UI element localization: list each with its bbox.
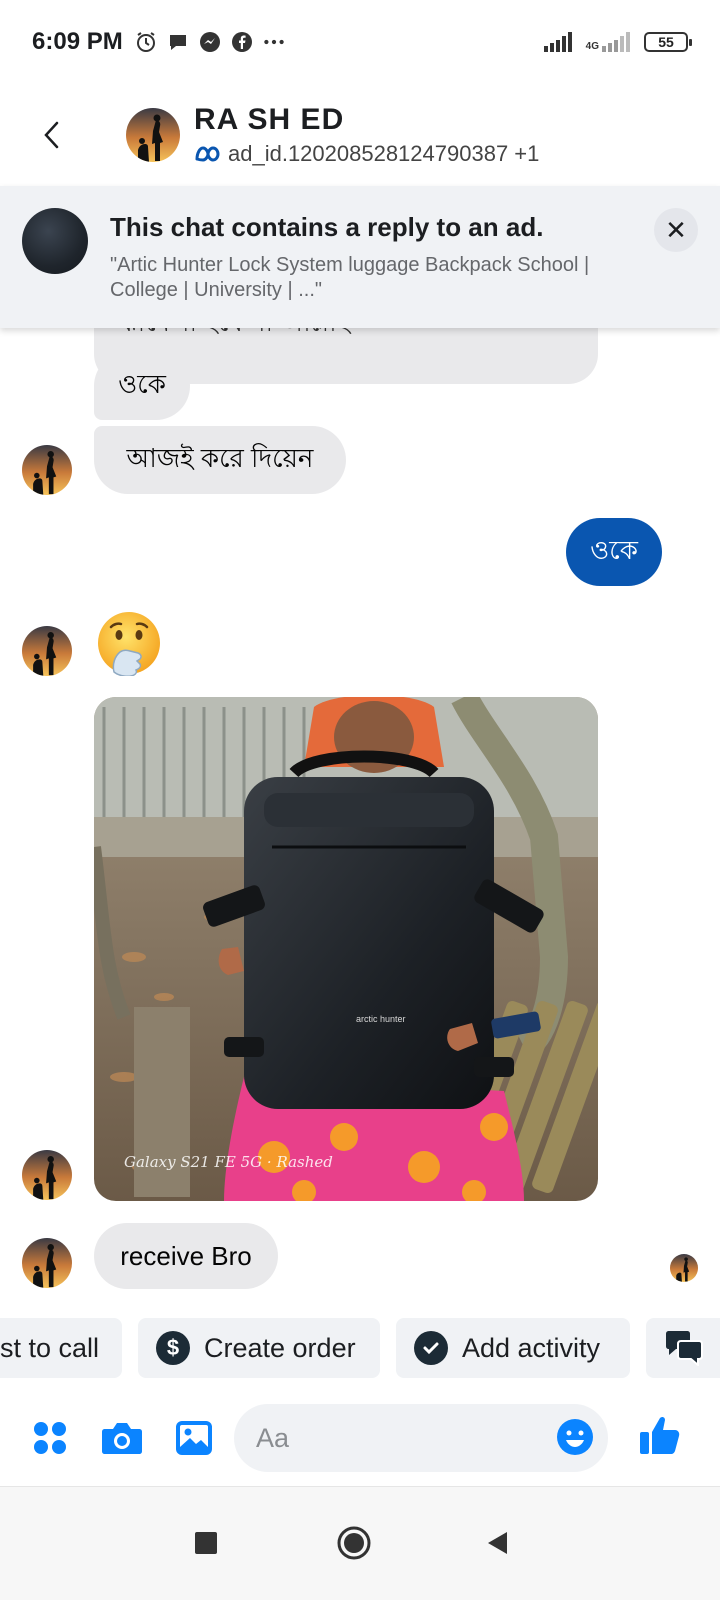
battery-level: 55 — [658, 34, 674, 50]
quick-action-label: Create order — [204, 1332, 356, 1363]
camera-icon — [102, 1423, 142, 1454]
ad-id-line: ad_id.120208528124790387 +1 — [194, 141, 539, 167]
triangle-back-icon — [488, 1532, 507, 1554]
sender-avatar[interactable] — [22, 1238, 72, 1288]
message-text: আজই করে দিয়েন — [126, 443, 314, 473]
home-button[interactable] — [334, 1523, 374, 1563]
close-banner-button[interactable]: ✕ — [654, 208, 698, 252]
home-circle-icon — [337, 1526, 371, 1560]
photo-message[interactable]: arctic hunter Galaxy S21 FE 5G · Rashed — [94, 697, 598, 1201]
outgoing-message-bubble[interactable]: ওকে — [566, 518, 662, 586]
message-bubble[interactable]: আজই করে দিয়েন — [94, 426, 346, 494]
message-input[interactable]: Aa — [234, 1404, 608, 1472]
more-dots-icon — [263, 31, 285, 53]
alarm-icon — [135, 31, 157, 53]
system-navigation-bar — [0, 1486, 720, 1600]
message-bubble[interactable]: receive Bro — [94, 1223, 278, 1289]
check-icon — [414, 1331, 448, 1365]
messenger-icon — [199, 31, 221, 53]
recents-button[interactable] — [186, 1523, 226, 1563]
quick-action-call[interactable]: st to call — [0, 1318, 122, 1378]
back-button[interactable] — [22, 105, 82, 165]
gallery-button[interactable] — [172, 1416, 216, 1460]
status-notification-icons — [135, 31, 285, 53]
avatar[interactable] — [126, 108, 180, 162]
ad-banner-text: This chat contains a reply to an ad. "Ar… — [110, 212, 590, 328]
sender-avatar[interactable] — [22, 626, 72, 676]
battery-icon: 55 — [644, 32, 692, 52]
quick-action-create-order[interactable]: $ Create order — [138, 1318, 380, 1378]
backpack-photo: arctic hunter — [94, 697, 598, 1201]
square-icon — [195, 1532, 217, 1554]
sender-avatar[interactable] — [22, 1150, 72, 1200]
ad-banner-title: This chat contains a reply to an ad. — [110, 212, 544, 242]
status-bar: 6:09 PM 4G 55 — [0, 0, 720, 84]
signal-4g-icon: 4G — [586, 32, 630, 52]
chat-header: RA SH ED ad_id.120208528124790387 +1 — [0, 84, 720, 186]
ad-thumbnail — [22, 208, 88, 274]
contact-name: RA SH ED — [194, 103, 345, 136]
status-time: 6:09 PM — [32, 28, 123, 55]
bag-brand-label: arctic hunter — [356, 1014, 406, 1024]
message-input-placeholder: Aa — [256, 1422, 290, 1453]
photo-watermark: Galaxy S21 FE 5G · Rashed — [124, 1153, 333, 1171]
camera-button[interactable] — [100, 1416, 144, 1460]
dollar-icon: $ — [156, 1331, 190, 1365]
close-icon: ✕ — [665, 214, 687, 245]
ad-banner-description: "Artic Hunter Lock System luggage Backpa… — [110, 254, 590, 301]
chevron-left-icon — [44, 121, 59, 149]
quick-actions-bar: st to call $ Create order Add activity — [0, 1318, 720, 1382]
smiley-icon — [557, 1419, 593, 1455]
message-bubble[interactable]: ওকে — [94, 352, 190, 420]
status-system-icons: 4G 55 — [543, 32, 692, 52]
ad-reply-banner[interactable]: This chat contains a reply to an ad. "Ar… — [0, 186, 720, 328]
signal-icon — [543, 32, 572, 52]
more-actions-button[interactable] — [28, 1416, 72, 1460]
message-composer: Aa — [0, 1398, 720, 1482]
emoji-button[interactable] — [556, 1418, 594, 1456]
meta-icon — [195, 146, 220, 162]
chat-bubble-icon — [167, 31, 189, 53]
chat-bubbles-icon — [666, 1331, 703, 1366]
back-nav-button[interactable] — [478, 1523, 518, 1563]
sender-avatar[interactable] — [22, 445, 72, 495]
message-text: ঝামেলা হবে না আল্লাহ — [118, 328, 350, 346]
message-text: ওকে — [118, 369, 166, 399]
message-list[interactable]: ঝামেলা হবে না আল্লাহ ওকে আজই করে দিয়েন … — [0, 328, 720, 1308]
quick-action-label: Add activity — [462, 1332, 601, 1363]
quick-action-add-activity[interactable]: Add activity — [396, 1318, 630, 1378]
seen-indicator-avatar — [670, 1254, 698, 1282]
image-icon — [176, 1421, 212, 1455]
quick-action-more[interactable] — [646, 1318, 720, 1378]
ad-id-text: ad_id.120208528124790387 +1 — [228, 141, 540, 166]
facebook-icon — [231, 31, 253, 53]
quick-action-label: st to call — [0, 1332, 100, 1363]
four-dots-icon — [34, 1422, 66, 1454]
message-text: ওকে — [590, 535, 638, 565]
thumbs-up-icon — [640, 1416, 680, 1454]
emoji-message[interactable] — [96, 610, 162, 689]
header-text[interactable]: RA SH ED ad_id.120208528124790387 +1 — [194, 103, 539, 167]
message-text: receive Bro — [120, 1240, 252, 1271]
like-button[interactable] — [636, 1412, 684, 1460]
hand-over-mouth-emoji-icon — [98, 612, 160, 677]
